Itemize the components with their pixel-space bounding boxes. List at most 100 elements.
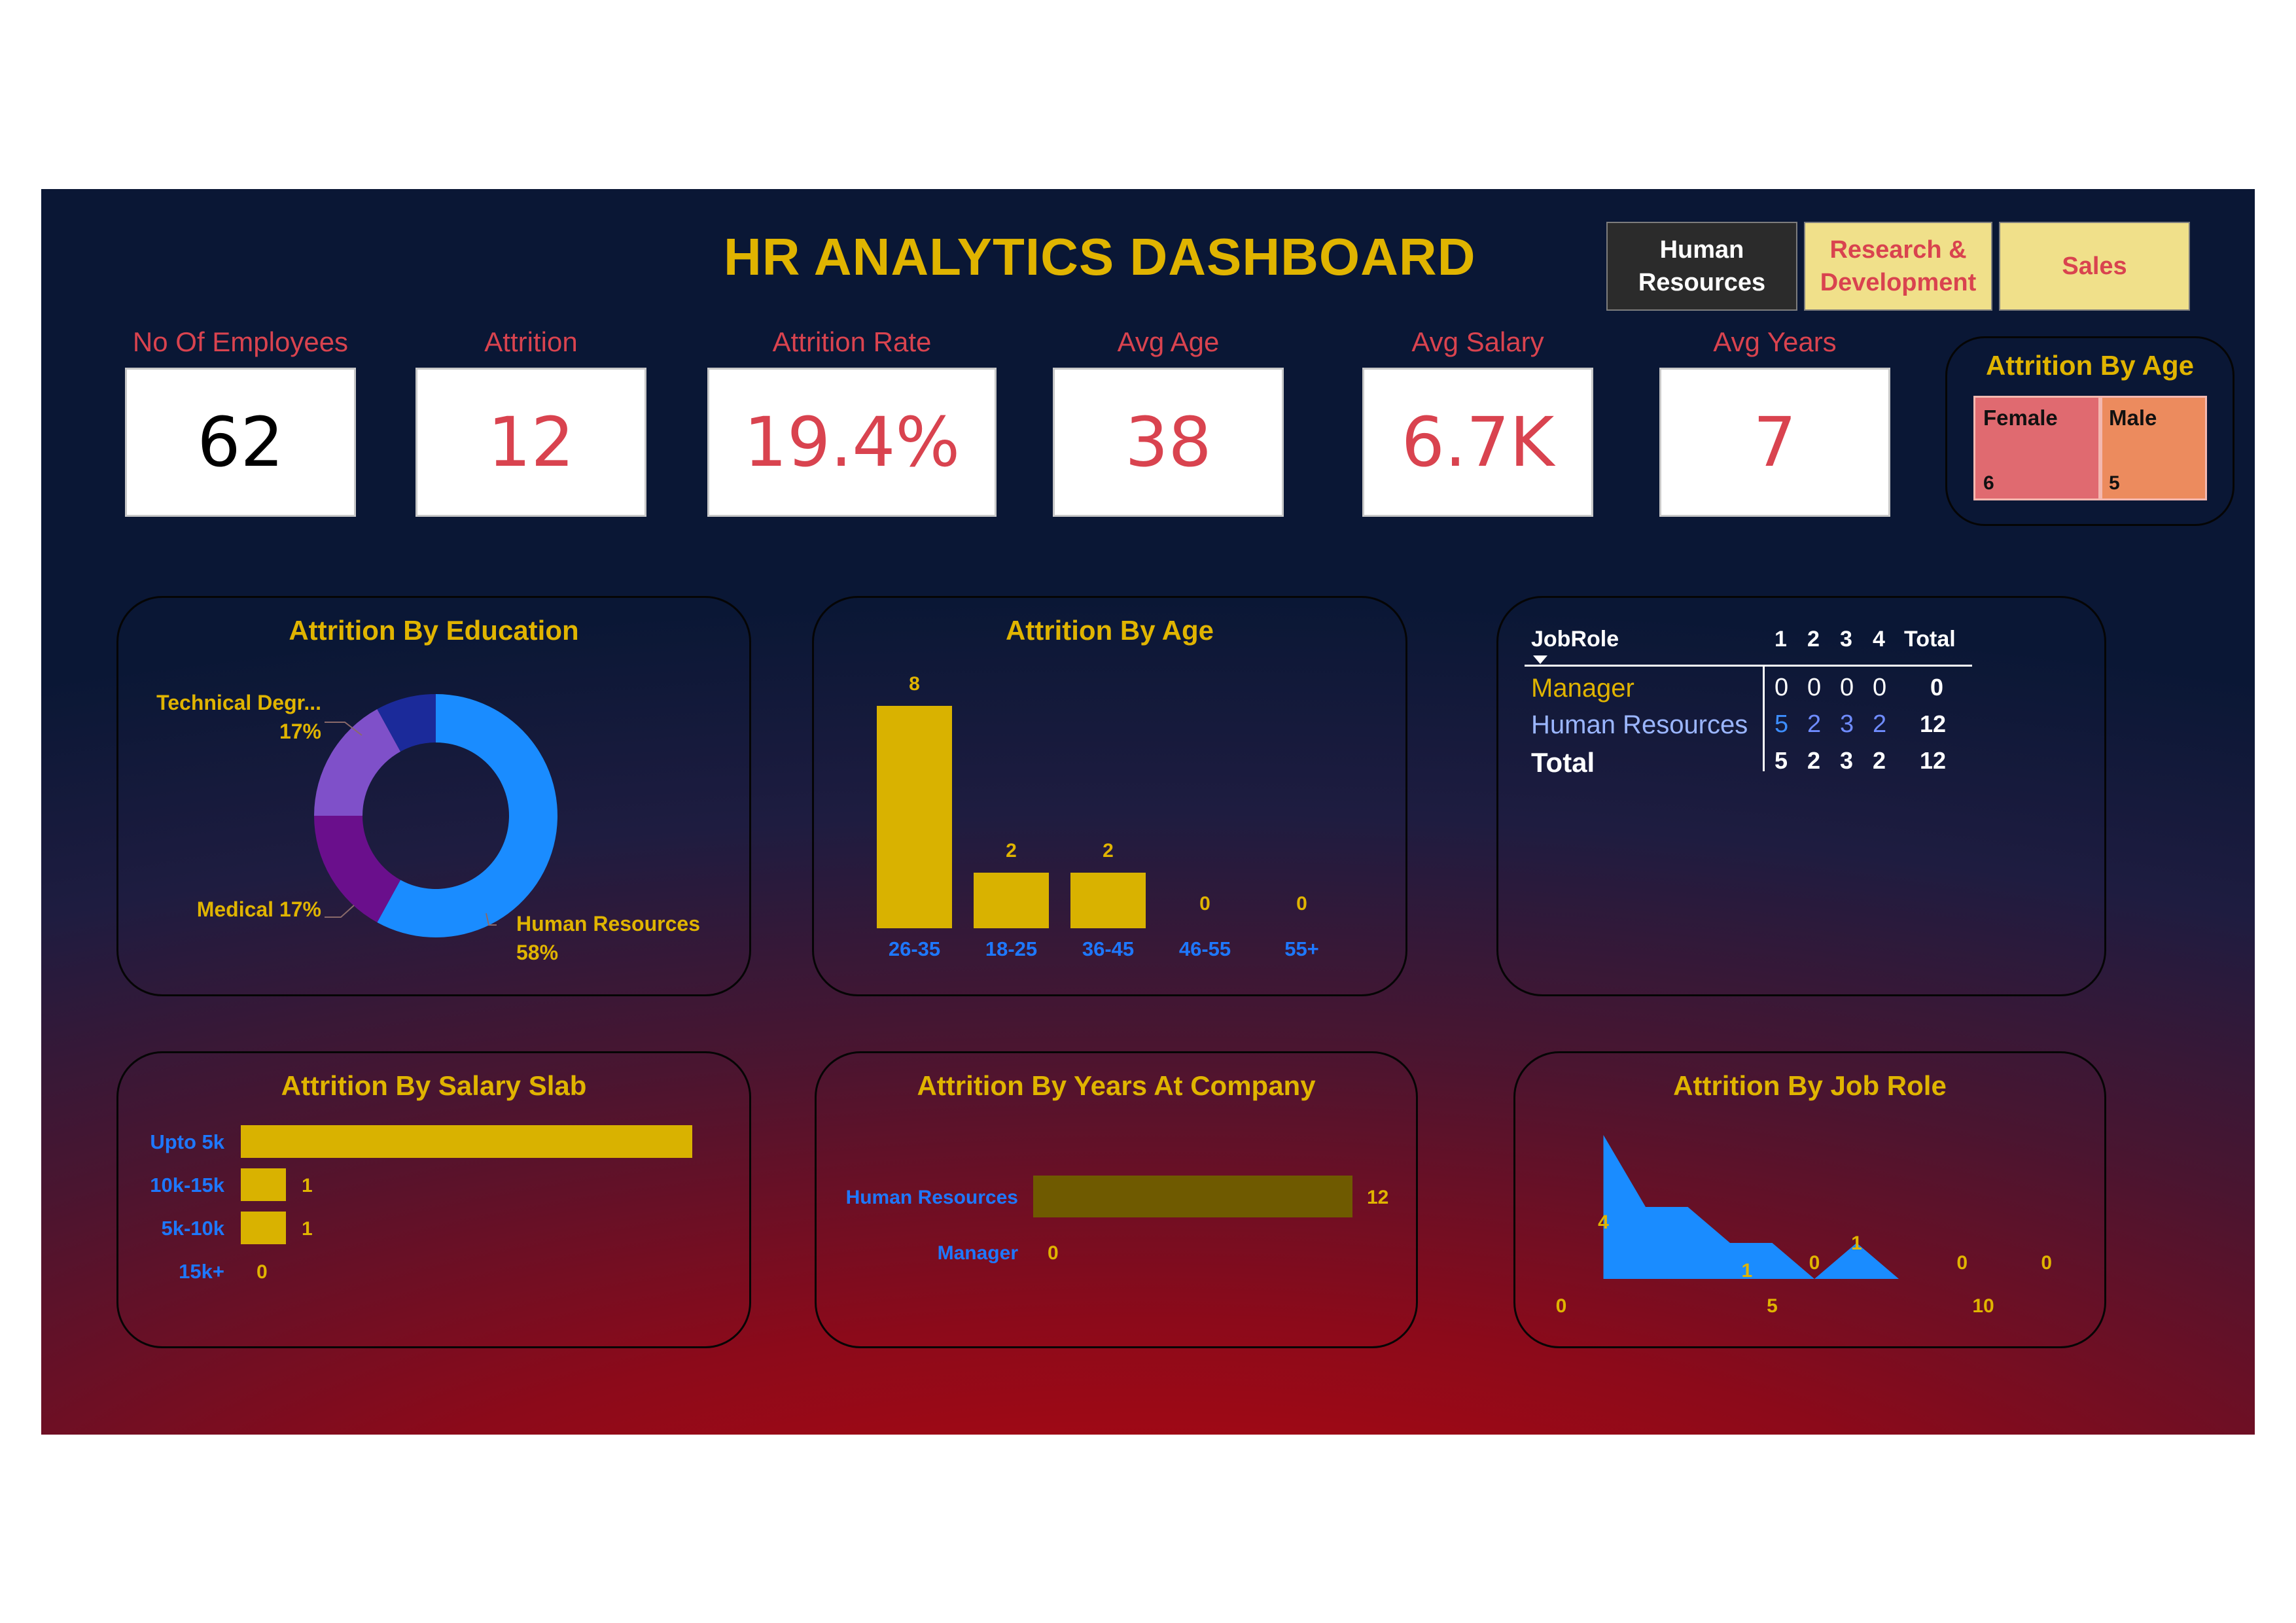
matrix-cell: 3 [1840, 747, 1854, 774]
age-bar [877, 706, 952, 928]
gender-label: Male [2109, 406, 2157, 430]
education-panel: Attrition By Education Technical Degr...… [116, 596, 751, 996]
jobrole-matrix-panel: JobRole 1 2 3 4 Total Manager 0 0 0 0 0 … [1496, 596, 2106, 996]
matrix-cell: 5 [1775, 747, 1788, 774]
matrix-row-label-human-resources[interactable]: Human Resources [1531, 710, 1748, 740]
age-axis-label: 18-25 [985, 937, 1037, 960]
jobrole-point-label: 1 [1851, 1232, 1862, 1254]
salary-axis-label: 15k+ [179, 1260, 224, 1283]
matrix-header-col: 4 [1873, 627, 1885, 652]
jobrole-point-label: 0 [1956, 1252, 1968, 1274]
age-axis-label: 36-45 [1082, 937, 1134, 960]
jobrole-point-label: 4 [1598, 1212, 1609, 1233]
salary-bar [241, 1212, 286, 1244]
slicer-label: Research & [1829, 236, 1967, 264]
years-bar-value: 12 [1367, 1187, 1388, 1208]
matrix-header-divider [1525, 665, 1972, 667]
kpi-label-avg-years: Avg Years [1713, 326, 1837, 357]
age-bar-chart: 8 26-35 2 18-25 2 36-45 0 46-55 0 55+ [877, 673, 1319, 960]
jobrole-point-label: 0 [2041, 1252, 2052, 1274]
matrix-cell-total: 12 [1920, 747, 1947, 774]
kpi-card-employees: 62 [125, 368, 356, 517]
gender-label: Female [1983, 406, 2058, 430]
salary-bar-value: 1 [302, 1175, 313, 1196]
salary-bar-value: 1 [302, 1218, 313, 1240]
salary-axis-label: 5k-10k [161, 1217, 224, 1240]
dashboard-canvas: HR ANALYTICS DASHBOARD Human Resources Re… [41, 189, 2255, 1435]
slicer-research-development[interactable]: Research & Development [1804, 222, 1992, 311]
slicer-sales[interactable]: Sales [1999, 222, 2190, 311]
matrix-cell: 2 [1873, 710, 1887, 738]
salary-bar [241, 1125, 692, 1158]
matrix-header-col: 1 [1775, 627, 1787, 652]
jobrole-point-label: 1 [1741, 1260, 1752, 1282]
education-label-technical-pct: 17% [279, 720, 321, 743]
slicer-human-resources[interactable]: Human Resources [1606, 222, 1797, 311]
education-label-medical: Medical 17% [196, 898, 321, 921]
slicer-label: Resources [1638, 269, 1766, 296]
years-bar-value: 0 [1048, 1242, 1059, 1264]
jobrole-area [1603, 1135, 1899, 1279]
matrix-cell-total: 12 [1920, 710, 1947, 737]
salary-panel: Attrition By Salary Slab Upto 5k 10k-15k 1… [116, 1051, 751, 1348]
education-label-technical: Technical Degr... [156, 691, 321, 714]
years-bar [1033, 1176, 1352, 1217]
matrix-cell: 2 [1807, 747, 1821, 774]
kpi-label-attrition-rate: Attrition Rate [772, 326, 932, 357]
salary-axis-label: Upto 5k [150, 1130, 224, 1153]
kpi-label-avg-age: Avg Age [1117, 326, 1220, 357]
kpi-value: 19.4% [743, 402, 961, 482]
education-label-hr-pct: 58% [516, 941, 559, 964]
kpi-card-avg-age: 38 [1053, 368, 1284, 517]
jobrole-panel: Attrition By Job Role 4 1 0 1 0 0 0 5 10 [1513, 1051, 2106, 1348]
salary-bar-value: 0 [256, 1261, 268, 1283]
kpi-value: 12 [487, 402, 574, 482]
kpi-card-avg-years: 7 [1659, 368, 1890, 517]
slicer-label: Sales [2062, 253, 2127, 280]
gender-value: 5 [2109, 472, 2120, 494]
gender-card-title: Attrition By Age [1985, 350, 2195, 381]
matrix-header-jobrole[interactable]: JobRole [1531, 627, 1619, 652]
age-bar [974, 873, 1049, 928]
kpi-value: 38 [1125, 402, 1212, 482]
sort-down-icon[interactable] [1533, 655, 1547, 664]
jobrole-x-tick: 5 [1767, 1295, 1778, 1317]
gender-value: 6 [1983, 472, 1994, 494]
gender-card: Attrition By Age Female 6 Male 5 [1945, 336, 2234, 526]
years-panel: Attrition By Years At Company Human Reso… [815, 1051, 1418, 1348]
jobrole-x-tick: 0 [1556, 1295, 1567, 1317]
matrix-cell-total: 0 [1930, 674, 1944, 701]
kpi-card-attrition: 12 [415, 368, 646, 517]
matrix-cell: 0 [1873, 674, 1887, 701]
age-panel: Attrition By Age 8 26-35 2 18-25 2 36-45 0 46-5… [812, 596, 1407, 996]
kpi-value: 6.7K [1401, 402, 1555, 482]
matrix-cell: 5 [1775, 710, 1789, 738]
matrix-cell: 0 [1807, 674, 1822, 701]
kpi-value: 62 [197, 402, 284, 482]
matrix-header-col: 2 [1807, 627, 1820, 652]
jobrole-point-label: 0 [1809, 1252, 1820, 1274]
matrix-cell: 2 [1873, 747, 1886, 774]
age-bar [1070, 873, 1146, 928]
years-axis-label: Manager [938, 1242, 1019, 1264]
salary-bar-chart: Upto 5k 10k-15k 1 5k-10k 1 15k+ 0 [150, 1125, 692, 1283]
gender-tile-male[interactable]: Male 5 [2100, 396, 2207, 500]
slicer-label: Human [1659, 236, 1744, 264]
age-bar-value: 2 [1006, 840, 1017, 862]
age-bar-value: 2 [1103, 840, 1114, 862]
matrix-row-label-total: Total [1531, 747, 1595, 778]
age-bar-value: 0 [1199, 893, 1210, 915]
page-title: HR ANALYTICS DASHBOARD [724, 228, 1476, 286]
kpi-label-attrition: Attrition [484, 326, 578, 357]
matrix-cell: 2 [1807, 710, 1822, 738]
matrix-header-total: Total [1904, 627, 1956, 652]
years-axis-label: Human Resources [846, 1187, 1018, 1208]
kpi-label-employees: No Of Employees [132, 326, 349, 357]
kpi-value: 7 [1753, 402, 1797, 482]
matrix-row-label-manager[interactable]: Manager [1531, 674, 1634, 703]
age-axis-label: 55+ [1284, 937, 1319, 960]
matrix-cell: 0 [1840, 674, 1854, 701]
gender-tile-female[interactable]: Female 6 [1973, 396, 2100, 500]
age-axis-label: 46-55 [1179, 937, 1231, 960]
matrix-cell: 3 [1840, 710, 1854, 738]
